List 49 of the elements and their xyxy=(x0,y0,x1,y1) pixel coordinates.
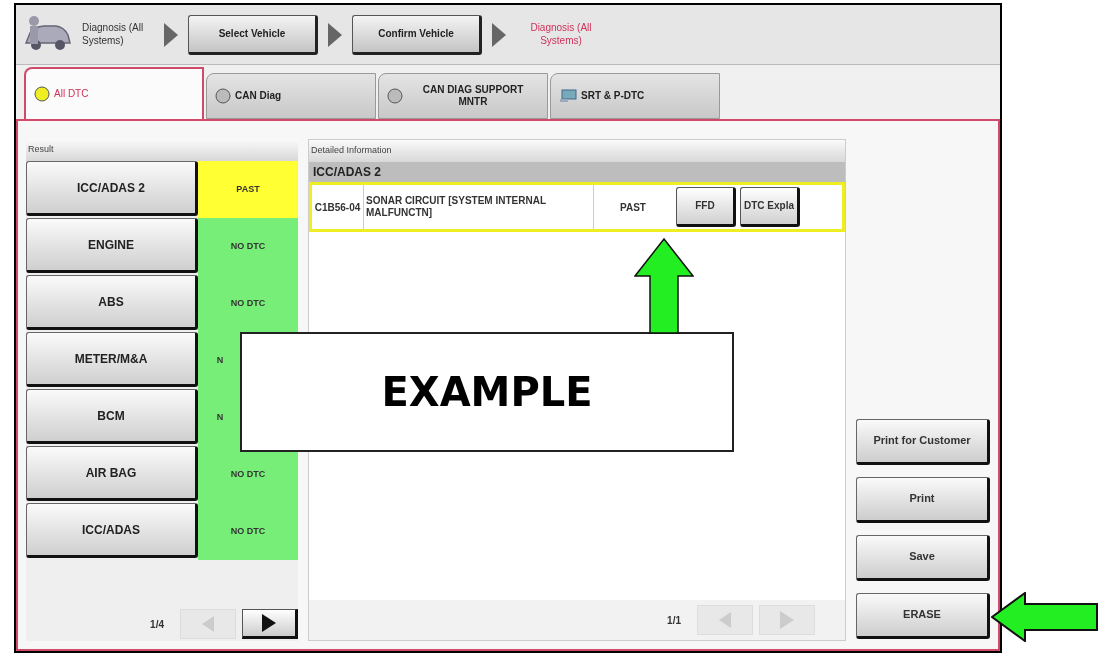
step-arrow-icon xyxy=(164,22,178,47)
system-button[interactable]: ICC/ADAS 2 xyxy=(26,161,198,216)
status-cell: NO DTC xyxy=(198,446,298,503)
dtc-status: PAST xyxy=(619,200,647,215)
status-cell: NO DTC xyxy=(198,275,298,332)
breadcrumb-label: Diagnosis (All Systems) xyxy=(82,22,145,47)
system-button[interactable]: ENGINE xyxy=(26,218,198,273)
status-cell: NO DTC xyxy=(198,218,298,275)
system-button[interactable]: ABS xyxy=(26,275,198,330)
action-button[interactable]: ERASE xyxy=(856,593,990,639)
step-arrow-icon xyxy=(492,22,506,47)
lamp-icon xyxy=(34,86,50,102)
tab[interactable]: CAN DIAG SUPPORT MNTR xyxy=(378,73,548,119)
action-button[interactable]: Print for Customer xyxy=(856,419,990,465)
status-cell: NO DTC xyxy=(198,503,298,560)
status-cell: PAST xyxy=(198,161,298,218)
left-triangle-icon xyxy=(719,612,731,628)
dtc-action-button[interactable]: DTC Expla xyxy=(740,187,800,227)
action-button[interactable]: Print xyxy=(856,477,990,523)
status-cell: N xyxy=(198,389,242,446)
status-cell: N xyxy=(198,332,242,389)
tab[interactable]: CAN Diag xyxy=(206,73,376,119)
lamp-icon xyxy=(215,88,231,104)
example-label: EXAMPLE xyxy=(240,332,734,452)
page-indicator: 1/1 xyxy=(667,613,681,628)
system-button[interactable]: BCM xyxy=(26,389,198,444)
dtc-description: SONAR CIRCUIT [SYSTEM INTERNAL MALFUNCTN] xyxy=(364,185,594,229)
tab[interactable]: All DTC xyxy=(24,67,204,119)
left-triangle-icon xyxy=(202,616,214,632)
system-header: ICC/ADAS 2 xyxy=(309,162,845,182)
panel-title: Detailed Information xyxy=(309,140,845,162)
right-triangle-icon xyxy=(262,614,276,632)
system-button[interactable]: AIR BAG xyxy=(26,446,198,501)
panel-title: Result xyxy=(26,139,298,161)
dtc-action-button[interactable]: FFD xyxy=(676,187,736,227)
tab[interactable]: SRT & P-DTC xyxy=(550,73,720,119)
right-triangle-icon xyxy=(780,611,794,629)
step-arrow-icon xyxy=(328,22,342,47)
dtc-code: C1B56-04 xyxy=(312,185,364,229)
next-page-button[interactable] xyxy=(242,609,298,639)
current-step-label: Diagnosis (All Systems) xyxy=(529,22,593,47)
action-button[interactable]: Save xyxy=(856,535,990,581)
monitor-icon xyxy=(559,89,577,103)
step-button[interactable]: Select Vehicle xyxy=(188,14,318,55)
lamp-icon xyxy=(387,88,403,104)
system-button[interactable]: ICC/ADAS xyxy=(26,503,198,558)
step-button[interactable]: Confirm Vehicle xyxy=(352,14,482,55)
system-button[interactable]: METER/M&A xyxy=(26,332,198,387)
page-indicator: 1/4 xyxy=(150,617,164,632)
